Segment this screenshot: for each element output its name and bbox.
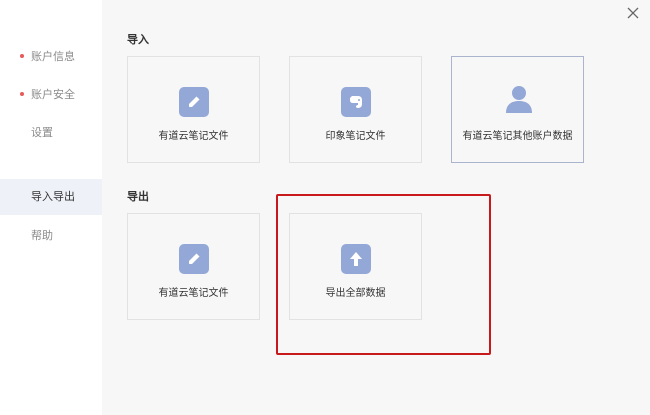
sidebar-item-label: 帮助: [31, 229, 53, 242]
card-label: 印象笔记文件: [325, 131, 386, 142]
import-youdao-file-card[interactable]: 有道云笔记文件: [127, 56, 260, 163]
sidebar-item-import-export[interactable]: 导入导出: [0, 179, 102, 215]
notification-dot: [20, 92, 24, 96]
sidebar-item-account-security[interactable]: 账户安全: [0, 77, 102, 113]
close-icon: [627, 7, 639, 19]
sidebar-item-account-info[interactable]: 账户信息: [0, 39, 102, 75]
sidebar-item-help[interactable]: 帮助: [0, 218, 102, 254]
sidebar-item-label: 设置: [31, 126, 53, 139]
highlight-box: [276, 194, 491, 355]
pencil-icon: [179, 244, 209, 274]
card-label: 有道云笔记其他账户数据: [462, 131, 573, 142]
import-section-title: 导入: [127, 33, 149, 46]
settings-sidebar: 账户信息 账户安全 设置 导入导出 帮助: [0, 0, 102, 415]
sidebar-item-label: 账户信息: [31, 50, 75, 63]
close-button[interactable]: [624, 4, 642, 22]
user-icon: [503, 83, 535, 115]
notification-dot: [20, 54, 24, 58]
import-other-account-card[interactable]: 有道云笔记其他账户数据: [451, 56, 584, 163]
card-label: 有道云笔记文件: [158, 131, 229, 142]
sidebar-item-label: 导入导出: [31, 190, 75, 203]
export-section-title: 导出: [127, 190, 149, 203]
evernote-icon: [341, 87, 371, 117]
pencil-icon: [179, 87, 209, 117]
card-label: 有道云笔记文件: [158, 288, 229, 299]
sidebar-item-settings[interactable]: 设置: [0, 115, 102, 151]
sidebar-item-label: 账户安全: [31, 88, 75, 101]
export-youdao-file-card[interactable]: 有道云笔记文件: [127, 213, 260, 320]
import-evernote-file-card[interactable]: 印象笔记文件: [289, 56, 422, 163]
